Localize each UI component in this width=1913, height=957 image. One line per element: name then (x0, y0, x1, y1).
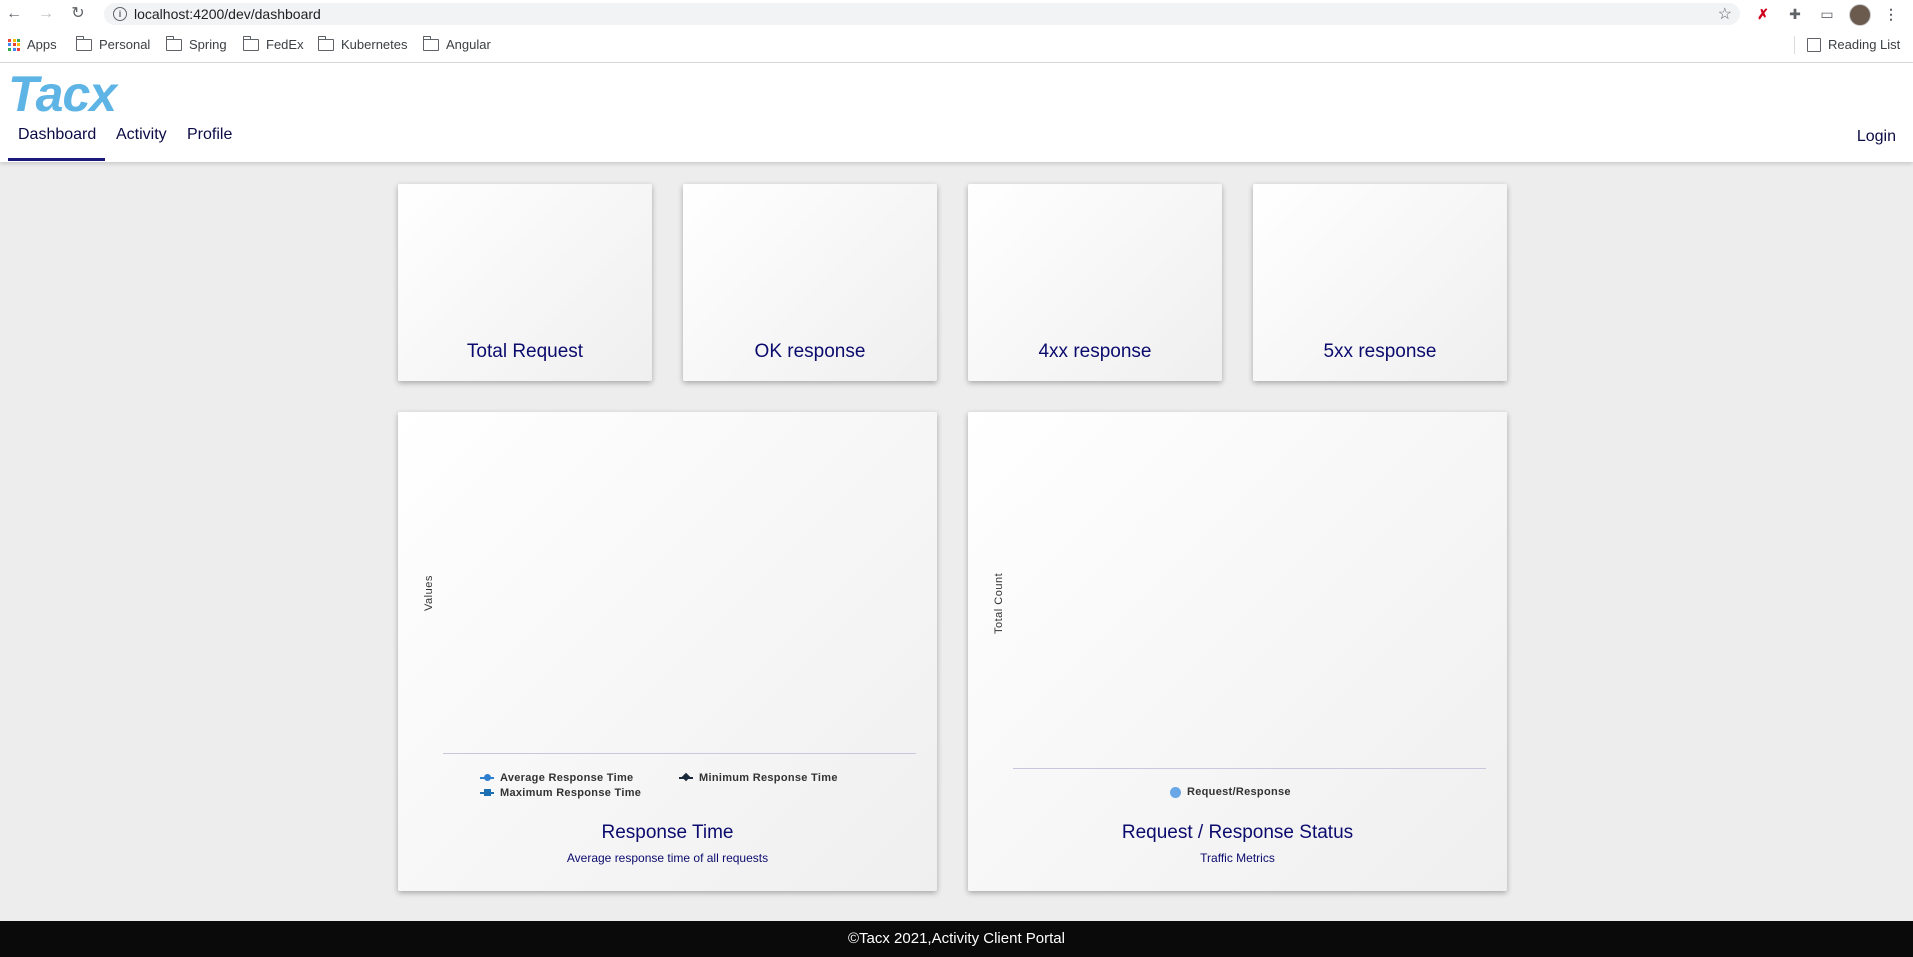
extension-icon[interactable]: ✗ (1754, 5, 1772, 23)
bookmark-label: Apps (27, 37, 57, 52)
cast-icon[interactable]: ▭ (1818, 5, 1836, 23)
reading-list-icon (1807, 37, 1821, 52)
bookmark-label: Angular (446, 37, 491, 52)
tab-dashboard[interactable]: Dashboard (18, 126, 96, 144)
stat-label: 4xx response (1038, 341, 1152, 362)
menu-kebab-icon[interactable]: ⋮ (1882, 5, 1900, 23)
extensions-puzzle-icon[interactable]: ✚ (1786, 5, 1804, 23)
app-header: Tacx Dashboard Activity Profile Login (0, 63, 1913, 162)
legend-line-diamond-icon (679, 772, 693, 782)
bookmark-apps[interactable]: Apps (8, 37, 57, 52)
profile-avatar[interactable] (1849, 4, 1871, 26)
legend-circle-icon (1170, 786, 1181, 798)
url-text[interactable]: localhost:4200/dev/dashboard (134, 6, 321, 22)
stat-card-ok-response: OK response (683, 184, 937, 381)
bookmark-kubernetes[interactable]: Kubernetes (318, 35, 408, 52)
folder-icon (423, 35, 439, 51)
legend-label: Minimum Response Time (699, 772, 838, 784)
bookmark-label: Spring (189, 37, 227, 52)
x-axis-line (443, 753, 916, 754)
response-time-chart-card: Values Average Response Time Minimum Res… (398, 412, 937, 891)
chart-subtitle: Average response time of all requests (566, 851, 769, 865)
stat-label: OK response (754, 341, 866, 362)
forward-icon[interactable]: → (37, 5, 55, 23)
folder-icon (76, 35, 92, 51)
legend-line-square-icon (480, 789, 494, 796)
legend-request-response[interactable]: Request/Response (1170, 786, 1291, 798)
login-button[interactable]: Login (1857, 128, 1896, 146)
stat-label: Total Request (466, 341, 584, 362)
legend-label: Average Response Time (500, 772, 634, 784)
legend-line-circle-icon (480, 774, 494, 781)
tab-profile[interactable]: Profile (187, 126, 232, 144)
stat-card-4xx-response: 4xx response (968, 184, 1222, 381)
bookmark-label: FedEx (266, 37, 304, 52)
folder-icon (166, 35, 182, 51)
folder-icon (318, 35, 334, 51)
legend-label: Maximum Response Time (500, 787, 642, 799)
chart-subtitle: Traffic Metrics (1200, 851, 1275, 865)
folder-icon (243, 35, 259, 51)
x-axis-line (1013, 768, 1486, 769)
reading-list-button[interactable]: Reading List (1807, 37, 1900, 52)
legend-average-response-time[interactable]: Average Response Time (480, 772, 633, 784)
bookmarks-bar: Apps Personal Spring FedEx Kubernetes An… (0, 28, 1913, 63)
y-axis-label: Values (423, 575, 435, 611)
status-chart-card: Total Count Request/Response Request / R… (968, 412, 1507, 891)
footer: ©Tacx 2021,Activity Client Portal (0, 921, 1913, 957)
bookmark-label: Kubernetes (341, 37, 408, 52)
legend-label: Request/Response (1187, 786, 1291, 798)
tacx-logo[interactable]: Tacx (8, 65, 117, 123)
bookmark-angular[interactable]: Angular (423, 35, 491, 52)
bookmark-personal[interactable]: Personal (76, 35, 151, 52)
back-icon[interactable]: ← (5, 5, 23, 23)
browser-toolbar: ← → ↻ i localhost:4200/dev/dashboard ☆ ✗… (0, 0, 1913, 28)
bookmark-star-icon[interactable]: ☆ (1718, 4, 1732, 24)
bookmarks-divider (1794, 36, 1795, 54)
bookmark-spring[interactable]: Spring (166, 35, 227, 52)
bookmark-label: Personal (99, 37, 151, 52)
chart-title: Request / Response Status (1121, 822, 1354, 843)
stat-card-5xx-response: 5xx response (1253, 184, 1507, 381)
y-axis-label: Total Count (993, 572, 1005, 634)
apps-grid-icon (8, 38, 20, 51)
stat-label: 5xx response (1323, 341, 1437, 362)
legend-maximum-response-time[interactable]: Maximum Response Time (480, 787, 641, 799)
bookmark-fedex[interactable]: FedEx (243, 35, 304, 52)
tab-activity[interactable]: Activity (116, 126, 167, 144)
address-bar[interactable]: i localhost:4200/dev/dashboard ☆ (104, 3, 1740, 25)
stat-card-total-request: Total Request (398, 184, 652, 381)
chart-title: Response Time (601, 822, 734, 843)
reading-list-label: Reading List (1828, 37, 1901, 52)
reload-icon[interactable]: ↻ (69, 5, 87, 23)
site-info-icon[interactable]: i (113, 7, 127, 21)
active-tab-indicator (8, 158, 105, 161)
legend-minimum-response-time[interactable]: Minimum Response Time (679, 772, 838, 784)
